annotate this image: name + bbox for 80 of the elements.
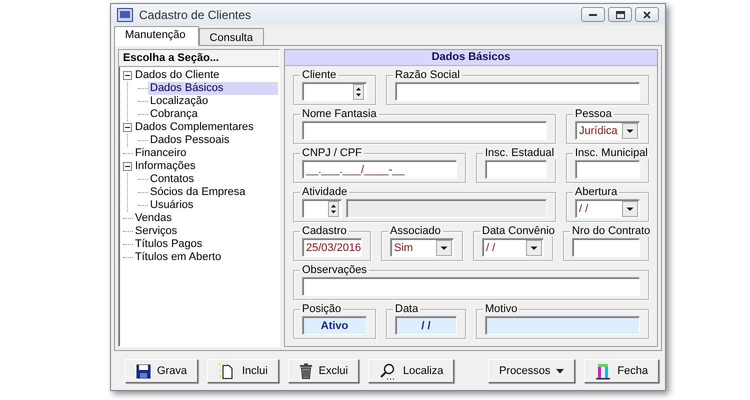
field-label: Data (394, 303, 420, 315)
text-field[interactable] (572, 238, 640, 257)
tree-item[interactable]: Cobrança (148, 108, 200, 121)
field-label: Insc. Estadual (484, 147, 556, 159)
close-icon (643, 10, 651, 18)
dropdown-field[interactable]: / / (482, 238, 544, 257)
trash-icon (298, 363, 313, 379)
door-icon (595, 362, 612, 380)
tree-item[interactable]: Dados Básicos (148, 82, 278, 95)
spin-field[interactable] (302, 82, 367, 101)
field-value: Jurídica (579, 124, 619, 136)
tree-item[interactable]: Localização (148, 95, 210, 108)
section-header: Dados Básicos (285, 50, 657, 66)
tab[interactable]: Consulta (198, 28, 264, 45)
tree-item[interactable]: Sócios da Empresa (148, 186, 248, 199)
toolbar-button[interactable]: Grava (125, 359, 198, 383)
collapse-icon[interactable] (123, 71, 132, 80)
text-field[interactable] (395, 82, 640, 101)
toolbar-button[interactable]: Fecha (584, 359, 659, 383)
text-field[interactable] (302, 121, 547, 140)
field-value: Sim (394, 242, 414, 254)
spin-arrows-icon[interactable] (328, 200, 339, 216)
collapse-icon[interactable] (123, 162, 132, 171)
field-label: Razão Social (394, 69, 461, 81)
field-label: Nro do Contrato (571, 225, 652, 237)
field-value: / / (486, 242, 496, 254)
field-label: Posição (301, 303, 342, 315)
caret-icon (556, 368, 564, 374)
close-button[interactable] (635, 7, 659, 22)
field-label: Data Convênio (481, 225, 556, 237)
tab[interactable]: Manutenção (114, 26, 199, 46)
status-field: / / (395, 316, 457, 335)
field-value: 25/03/2016 (306, 242, 362, 254)
spin-arrows-icon[interactable] (353, 84, 364, 100)
tree-item[interactable]: Títulos Pagos (133, 238, 204, 251)
text-field[interactable] (302, 277, 640, 296)
field-label: Associado (389, 225, 442, 237)
minimize-button[interactable] (581, 7, 605, 22)
field-label: Nome Fantasia (301, 108, 378, 120)
text-field[interactable]: __.___.___/____-__ (302, 160, 457, 179)
tree-item[interactable]: Informações (133, 160, 198, 173)
tree-item[interactable]: Vendas (133, 212, 174, 225)
field-label: Abertura (574, 186, 618, 198)
text-field[interactable] (485, 160, 547, 179)
maximize-button[interactable] (608, 7, 632, 22)
field-label: Atividade (301, 186, 348, 198)
tree-item[interactable]: Dados Complementares (133, 121, 256, 134)
search-icon (379, 362, 397, 380)
maximize-icon (616, 10, 624, 18)
tree-item[interactable]: Financeiro (133, 147, 188, 160)
window-title: Cadastro de Clientes (139, 8, 252, 22)
tree-item[interactable]: Usuários (148, 199, 196, 212)
app-icon (117, 8, 133, 22)
dropdown-field[interactable]: 25/03/2016 (302, 238, 362, 257)
toolbar-button[interactable]: Exclui (288, 359, 359, 383)
field-label: Observações (301, 264, 368, 276)
toolbar-button[interactable]: Processos (488, 359, 576, 383)
status-field: Ativo (302, 316, 367, 335)
field-value: / / (579, 202, 590, 214)
field-label: Cadastro (301, 225, 348, 237)
tree-item[interactable]: Contatos (148, 173, 196, 186)
spin-field[interactable] (302, 199, 342, 218)
dropdown-field[interactable]: / / (575, 199, 640, 218)
tree-item[interactable]: Dados Pessoais (148, 134, 232, 147)
toolbar-button[interactable]: Inclui (206, 359, 279, 383)
dropdown-field[interactable]: Jurídica (575, 121, 640, 140)
field-label: Motivo (484, 303, 518, 315)
text-field[interactable] (575, 160, 640, 179)
tree-heading: Escolha a Seção... (119, 50, 279, 67)
field-label: CNPJ / CPF (301, 147, 363, 159)
field-label: Cliente (301, 69, 338, 81)
tree-item[interactable]: Títulos em Aberto (133, 251, 224, 264)
dropdown-field[interactable]: Sim (390, 238, 454, 257)
tree-item[interactable]: Dados do Cliente (133, 69, 222, 82)
field-label: Pessoa (574, 108, 613, 120)
field-label: Insc. Municipal (574, 147, 649, 159)
collapse-icon[interactable] (123, 123, 132, 132)
minimize-icon (589, 13, 597, 16)
tree-item[interactable]: Serviços (133, 225, 180, 238)
toolbar-button[interactable]: Localiza (368, 359, 454, 383)
